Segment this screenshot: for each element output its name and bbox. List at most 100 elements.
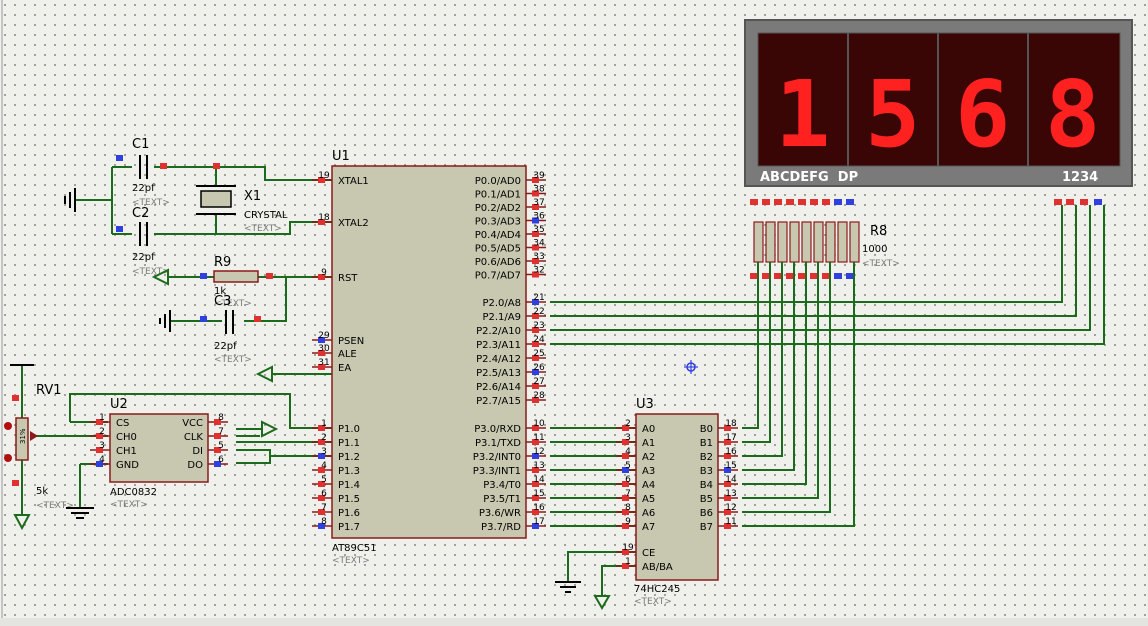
u2-text: <TEXT> xyxy=(110,500,148,510)
pin-number: 23 xyxy=(533,321,544,331)
pin-number: 26 xyxy=(533,363,545,373)
pin-number: 2 xyxy=(625,419,631,429)
pin-name: A5 xyxy=(642,494,655,505)
pin-name: P2.7/A15 xyxy=(476,396,521,407)
pin-number: 9 xyxy=(625,517,631,527)
pin-name: P1.4 xyxy=(338,480,360,491)
pin-name: EA xyxy=(338,363,351,374)
pin-name: P0.0/AD0 xyxy=(475,176,521,187)
digit-1: 1 xyxy=(775,61,830,168)
u3-part: 74HC245 xyxy=(634,584,680,595)
pin-name: P1.5 xyxy=(338,494,360,505)
pin-name: CS xyxy=(116,418,129,429)
pin-name: P0.1/AD1 xyxy=(475,190,521,201)
pin-number: 1 xyxy=(321,419,327,429)
pin-name: P1.0 xyxy=(338,424,360,435)
pin-name: P3.2/INT0 xyxy=(473,452,521,463)
pin-number: 6 xyxy=(218,455,224,465)
digit-3: 6 xyxy=(955,61,1010,168)
pin-number: 12 xyxy=(725,503,736,513)
pin-name: XTAL1 xyxy=(338,176,369,187)
pin-number: 8 xyxy=(218,413,224,423)
pin-number: 3 xyxy=(99,441,105,451)
pin-number: 32 xyxy=(533,266,544,276)
c1-ref: C1 xyxy=(132,137,149,152)
pin-number: 16 xyxy=(725,447,737,457)
pin-number: 21 xyxy=(533,293,544,303)
pin-name: P1.2 xyxy=(338,452,360,463)
pin-name: A7 xyxy=(642,522,655,533)
pin-number: 19 xyxy=(318,171,330,181)
pin-number: 24 xyxy=(533,335,545,345)
pin-number: 39 xyxy=(533,171,545,181)
rv1-percent: 31% xyxy=(19,428,27,444)
r8-text: <TEXT> xyxy=(862,259,900,269)
pin-name: P2.4/A12 xyxy=(476,354,521,365)
digit-2: 5 xyxy=(865,61,920,168)
pin-name: P3.4/T0 xyxy=(483,480,521,491)
pin-name: P3.0/RXD xyxy=(474,424,521,435)
rv1-adjust-down[interactable] xyxy=(4,454,12,462)
x1-text: <TEXT> xyxy=(244,224,282,234)
pin-name: A4 xyxy=(642,480,655,491)
c1-value: 22pf xyxy=(132,183,155,194)
seven-segment-display[interactable]: 1 5 6 8 ABCDEFG DP 1234 xyxy=(744,19,1133,205)
pin-name: AB/BA xyxy=(642,562,673,573)
pin-number: 1 xyxy=(99,413,105,423)
pin-number: 4 xyxy=(321,461,327,471)
pin-name: A0 xyxy=(642,424,655,435)
pin-number: 7 xyxy=(321,503,327,513)
pin-name: B7 xyxy=(700,522,713,533)
pin-number: 11 xyxy=(725,517,736,527)
pin-number: 36 xyxy=(533,212,545,222)
c3-ref: C3 xyxy=(214,294,231,309)
pin-name: P2.1/A9 xyxy=(482,312,521,323)
pin-number: 37 xyxy=(533,198,544,208)
pin-name: B5 xyxy=(700,494,713,505)
pin-name: CE xyxy=(642,548,655,559)
pin-number: 12 xyxy=(533,447,544,457)
pin-name: P1.6 xyxy=(338,508,360,519)
pin-number: 8 xyxy=(625,503,631,513)
schematic-canvas[interactable]: 1 5 6 8 ABCDEFG DP 1234 R8 1000 <TEXT> U… xyxy=(0,0,1148,626)
pin-name: P1.1 xyxy=(338,438,360,449)
pin-name: P0.6/AD6 xyxy=(475,257,521,268)
pin-name: P3.5/T1 xyxy=(483,494,521,505)
pin-number: 13 xyxy=(725,489,736,499)
pin-name: CLK xyxy=(184,432,204,443)
pin-name: ALE xyxy=(338,349,357,360)
pin-number: 3 xyxy=(625,433,631,443)
pin-number: 1 xyxy=(625,557,631,567)
u2-part: ADC0832 xyxy=(110,487,157,498)
bottom-scrollbar[interactable] xyxy=(0,618,1148,626)
pin-number: 17 xyxy=(533,517,544,527)
pin-number: 27 xyxy=(533,377,544,387)
x1-ref: X1 xyxy=(244,189,261,204)
u1-microcontroller[interactable]: U1 AT89C51 <TEXT> 19 XTAL118 XTAL29 RST29 PS… xyxy=(312,149,546,566)
u3-ref: U3 xyxy=(636,397,654,412)
pin-name: B1 xyxy=(700,438,713,449)
pin-number: 19 xyxy=(622,543,634,553)
pin-number: 31 xyxy=(318,358,329,368)
digit-4: 8 xyxy=(1045,61,1100,168)
u3-text: <TEXT> xyxy=(634,597,672,607)
pin-number: 15 xyxy=(725,461,736,471)
r8-ref: R8 xyxy=(870,224,887,239)
pin-number: 18 xyxy=(725,419,737,429)
u2-ref: U2 xyxy=(110,397,128,412)
rv1-adjust-up[interactable] xyxy=(4,422,12,430)
pin-name: P3.7/RD xyxy=(481,522,521,533)
pin-name: A3 xyxy=(642,466,655,477)
pin-number: 14 xyxy=(533,475,545,485)
c2-value: 22pf xyxy=(132,252,155,263)
pin-number: 38 xyxy=(533,185,545,195)
pin-name: B0 xyxy=(700,424,713,435)
pin-number: 17 xyxy=(725,433,736,443)
pin-name: P1.7 xyxy=(338,522,360,533)
u1-ref: U1 xyxy=(332,149,350,164)
pin-number: 34 xyxy=(533,239,545,249)
c3-text: <TEXT> xyxy=(214,355,252,365)
pin-name: P0.7/AD7 xyxy=(475,271,521,282)
pin-name: P0.2/AD2 xyxy=(475,203,521,214)
pin-number: 7 xyxy=(625,489,631,499)
